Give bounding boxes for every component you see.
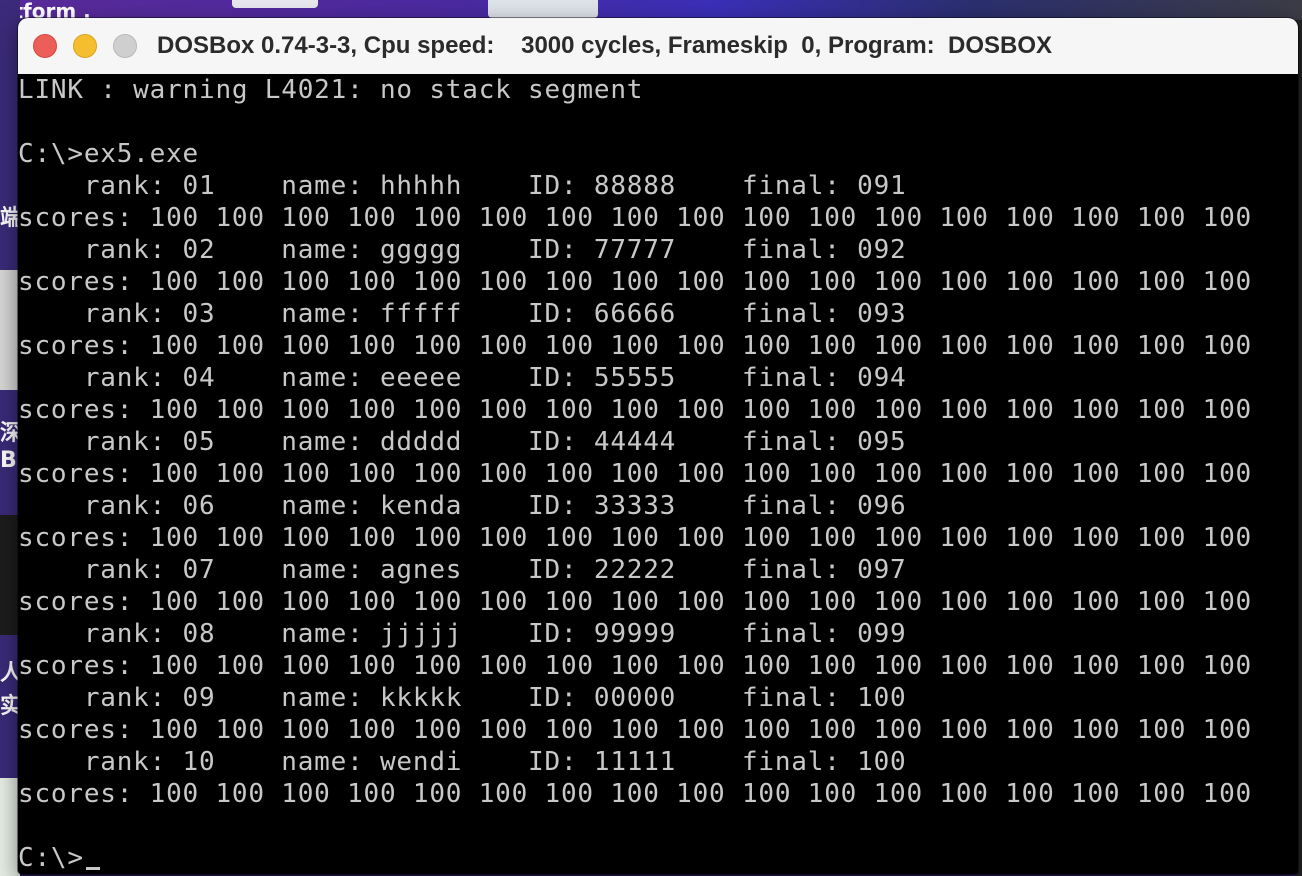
record-info-line: rank: 03 name: fffff ID: 66666 final: 09… (18, 299, 907, 329)
record-scores-line: scores: 100 100 100 100 100 100 100 100 … (18, 203, 1252, 233)
minimize-button[interactable] (73, 34, 97, 58)
record-info-line: rank: 01 name: hhhhh ID: 88888 final: 09… (18, 171, 907, 201)
window-titlebar[interactable]: DOSBox 0.74-3-3, Cpu speed: 3000 cycles,… (18, 18, 1298, 75)
console-warning-line: LINK : warning L4021: no stack segment (18, 75, 644, 105)
record-scores-line: scores: 100 100 100 100 100 100 100 100 … (18, 523, 1252, 553)
record-scores-line: scores: 100 100 100 100 100 100 100 100 … (18, 651, 1252, 681)
record-scores-line: scores: 100 100 100 100 100 100 100 100 … (18, 331, 1252, 361)
record-info-line: rank: 02 name: ggggg ID: 77777 final: 09… (18, 235, 907, 265)
console-prompt: C:\> (18, 843, 84, 873)
record-info-line: rank: 08 name: jjjjj ID: 99999 final: 09… (18, 619, 907, 649)
console-prompt-line[interactable]: C:\> (18, 842, 100, 874)
console-command-line: C:\>ex5.exe (18, 139, 199, 169)
record-info-line: rank: 09 name: kkkkk ID: 00000 final: 10… (18, 683, 907, 713)
background-thumbnail (488, 0, 598, 18)
record-info-line: rank: 10 name: wendi ID: 11111 final: 10… (18, 747, 907, 777)
close-button[interactable] (33, 34, 57, 58)
background-thumbnail (232, 0, 318, 8)
record-scores-line: scores: 100 100 100 100 100 100 100 100 … (18, 395, 1252, 425)
record-scores-line: scores: 100 100 100 100 100 100 100 100 … (18, 779, 1252, 809)
record-scores-line: scores: 100 100 100 100 100 100 100 100 … (18, 267, 1252, 297)
record-info-line: rank: 04 name: eeeee ID: 55555 final: 09… (18, 363, 907, 393)
background-thumbnail (0, 515, 20, 635)
dos-console[interactable]: LINK : warning L4021: no stack segment C… (18, 74, 1298, 874)
background-thumbnail (0, 778, 20, 876)
record-scores-line: scores: 100 100 100 100 100 100 100 100 … (18, 587, 1252, 617)
record-info-line: rank: 06 name: kenda ID: 33333 final: 09… (18, 491, 907, 521)
record-info-line: rank: 05 name: ddddd ID: 44444 final: 09… (18, 427, 907, 457)
background-thumbnail (0, 270, 20, 390)
desktop-background-left: 端 深 B 人 实 (0, 0, 22, 876)
text-cursor (85, 867, 100, 870)
record-scores-line: scores: 100 100 100 100 100 100 100 100 … (18, 459, 1252, 489)
dosbox-window: DOSBox 0.74-3-3, Cpu speed: 3000 cycles,… (18, 18, 1298, 874)
desktop-text-fragment: B (0, 448, 17, 473)
desktop-background-top: atform . (0, 0, 1302, 21)
record-scores-line: scores: 100 100 100 100 100 100 100 100 … (18, 715, 1252, 745)
record-info-line: rank: 07 name: agnes ID: 22222 final: 09… (18, 555, 907, 585)
window-title: DOSBox 0.74-3-3, Cpu speed: 3000 cycles,… (157, 32, 1053, 59)
zoom-button (113, 34, 137, 58)
